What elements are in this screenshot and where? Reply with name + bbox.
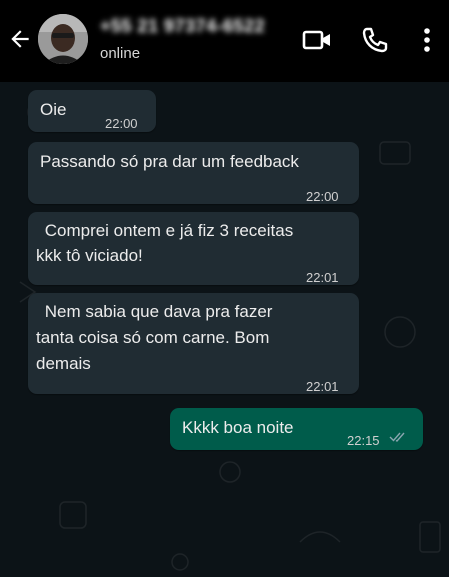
avatar[interactable] xyxy=(38,14,88,64)
message-text: Nem sabia que dava pra fazer xyxy=(40,302,273,321)
more-options-icon[interactable] xyxy=(416,24,438,56)
message-bubble-incoming[interactable]: Comprei ontem e já fiz 3 receitas kkk tô… xyxy=(28,212,359,285)
chat-area[interactable]: Oie 22:00 Passando só pra dar um feedbac… xyxy=(0,82,449,577)
message-text: tanta coisa só com carne. Bom xyxy=(36,328,270,347)
message-time: 22:01 xyxy=(306,270,339,285)
message-bubble-incoming[interactable]: Nem sabia que dava pra fazer tanta coisa… xyxy=(28,293,359,394)
message-text: kkk tô viciado! xyxy=(36,246,143,265)
video-call-icon[interactable] xyxy=(301,24,333,56)
message-bubble-incoming[interactable]: Passando só pra dar um feedback 22:00 xyxy=(28,142,359,204)
chat-header: +55 21 97374-6522 online xyxy=(0,0,449,82)
message-time: 22:15 xyxy=(347,433,380,448)
message-text: Comprei ontem e já fiz 3 receitas xyxy=(40,221,294,240)
message-bubble-outgoing[interactable]: Kkkk boa noite 22:15 xyxy=(170,408,423,450)
back-arrow-icon[interactable] xyxy=(7,26,33,52)
read-receipt-icon xyxy=(389,432,405,442)
avatar-photo-icon xyxy=(38,14,88,64)
message-text: Kkkk boa noite xyxy=(182,418,294,437)
message-time: 22:00 xyxy=(306,189,339,204)
message-time: 22:01 xyxy=(306,379,339,394)
message-text: demais xyxy=(36,354,91,373)
message-text: Passando só pra dar um feedback xyxy=(40,152,299,171)
message-bubble-incoming[interactable]: Oie 22:00 xyxy=(28,90,156,132)
message-text: Oie xyxy=(40,100,67,119)
phone-call-icon[interactable] xyxy=(359,24,391,56)
message-time: 22:00 xyxy=(105,116,138,131)
contact-name[interactable]: +55 21 97374-6522 xyxy=(100,16,265,37)
contact-status: online xyxy=(100,45,141,62)
